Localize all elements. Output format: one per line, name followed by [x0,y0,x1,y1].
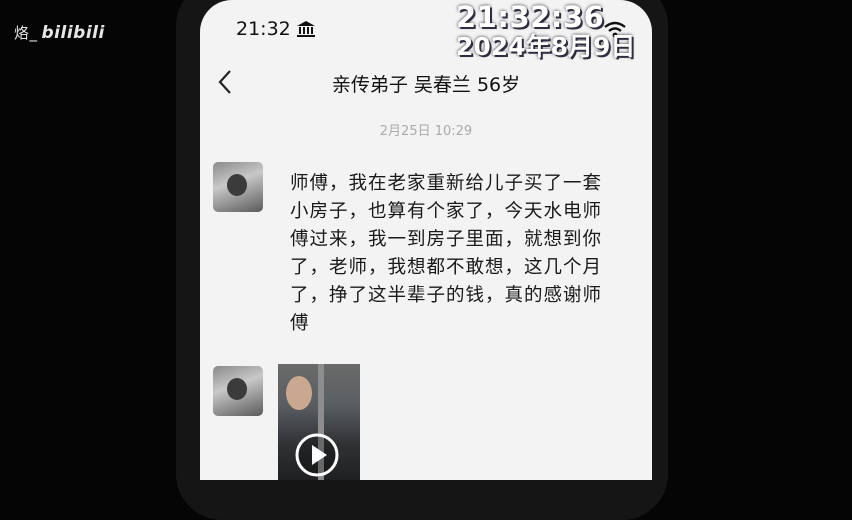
overlay-clock: 21:32:36 2024年8月9日 [456,0,636,62]
status-time: 21:32 [236,18,291,40]
phone-screen: 21:32 亲传弟子 吴春兰 56岁 2月25日 10:29 师傅，我在老家重新… [200,0,652,480]
bilibili-watermark: 烙_ bilibili [14,22,105,43]
video-thumbnail[interactable] [278,364,360,480]
avatar[interactable] [213,162,263,212]
overlay-date: 2024年8月9日 [456,32,636,62]
message-timestamp: 2月25日 10:29 [379,124,473,139]
play-icon[interactable] [294,432,340,478]
bilibili-logo: bilibili [41,23,105,43]
message-bubble[interactable]: 师傅，我在老家重新给儿子买了一套小房子，也算有个家了，今天水电师傅过来，我一到房… [290,170,610,338]
watermark-name: 烙_ [14,24,38,42]
chat-nav-bar: 亲传弟子 吴春兰 56岁 [200,60,652,104]
avatar[interactable] [213,366,263,416]
bank-icon [297,21,315,37]
overlay-time: 21:32:36 [456,0,605,34]
chat-title: 亲传弟子 吴春兰 56岁 [331,74,521,96]
